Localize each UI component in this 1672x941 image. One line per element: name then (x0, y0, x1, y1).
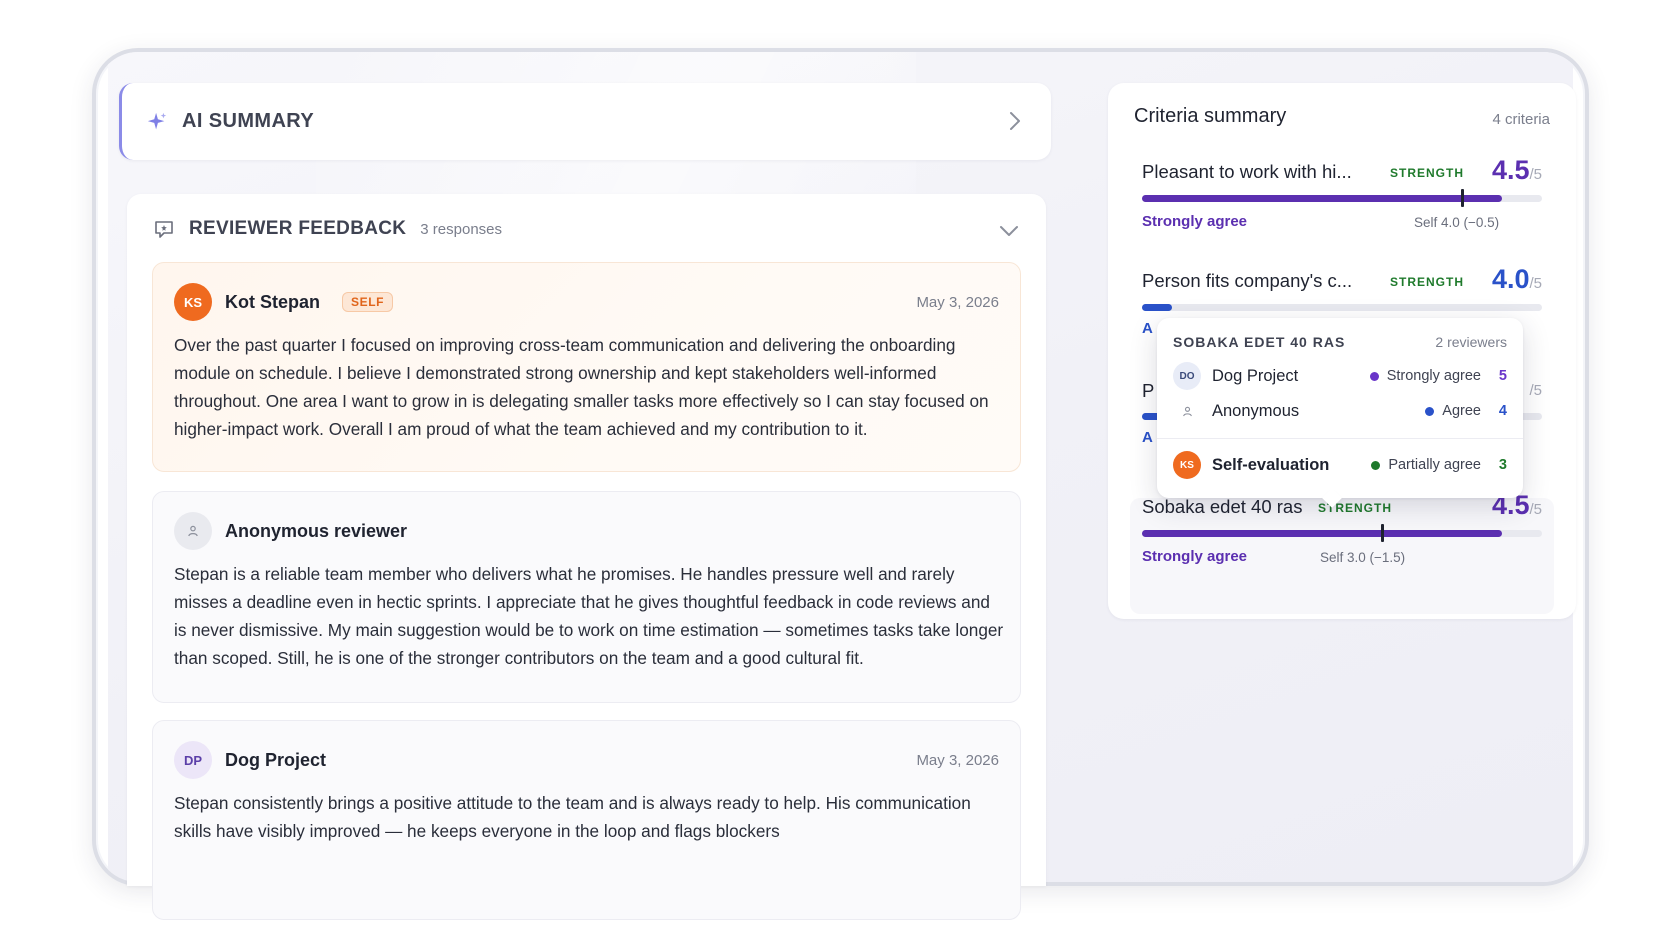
avatar: KS (174, 283, 212, 321)
self-score-label: Self 3.0 (−1.5) (1320, 550, 1406, 565)
popover-title: SOBAKA EDET 40 RAS (1173, 334, 1346, 350)
criteria-score: 4.0/5 (1491, 264, 1542, 294)
criteria-name: Sobaka edet 40 ras (1142, 496, 1303, 517)
person-icon (188, 525, 198, 537)
rating-dot (1371, 460, 1381, 470)
score-bar-fill (1142, 304, 1172, 311)
review-date: May 3, 2026 (916, 294, 999, 311)
agreement-label: A (1142, 429, 1153, 446)
responses-count: 3 responses (420, 220, 503, 238)
criteria-score: 4.5/5 (1491, 155, 1542, 185)
feedback-message-icon (155, 221, 173, 238)
rating-value: 5 (1498, 368, 1507, 384)
reviewer-name: Anonymous (1212, 401, 1300, 420)
reviewer-name: Kot Stepan (225, 291, 321, 312)
reviewer-name: Dog Project (1212, 366, 1299, 385)
person-icon (1182, 406, 1192, 416)
avatar (1173, 397, 1201, 425)
agreement-label: Strongly agree (1142, 548, 1248, 565)
avatar: KS (1173, 451, 1201, 479)
review-text: Over the past quarter I focused on impro… (174, 335, 989, 439)
reviewer-name: Anonymous reviewer (225, 520, 408, 541)
ai-summary-card[interactable]: AI SUMMARY (119, 83, 1051, 160)
agreement-label: A (1142, 320, 1153, 337)
rating-label: Partially agree (1388, 457, 1481, 473)
score-bar-fill (1142, 195, 1502, 202)
avatar: DP (174, 741, 212, 779)
popover-divider (1157, 438, 1523, 439)
review-card-self: KS Kot Stepan SELF May 3, 2026 Over the … (152, 262, 1021, 472)
score-bar (1142, 189, 1542, 207)
criteria-name: Person fits company's c... (1142, 270, 1353, 291)
strength-tag: STRENGTH (1390, 275, 1464, 289)
reviewer-feedback-card: REVIEWER FEEDBACK 3 responses KS Kot Ste… (127, 194, 1046, 920)
self-badge: SELF (342, 292, 394, 312)
review-date: May 3, 2026 (916, 752, 999, 769)
avatar (174, 512, 212, 550)
strength-tag: STRENGTH (1390, 166, 1464, 180)
reviewer-feedback-title: REVIEWER FEEDBACK (189, 218, 407, 239)
popover-reviewer-count: 2 reviewers (1435, 334, 1507, 350)
self-score-label: Self 4.0 (−0.5) (1414, 215, 1500, 230)
rating-label: Agree (1442, 403, 1481, 419)
popover-row: DO Dog Project Strongly agree 5 (1173, 361, 1507, 391)
rating-value: 4 (1498, 403, 1507, 419)
rating-dot (1369, 371, 1379, 381)
popover-row: Anonymous Agree 4 (1173, 396, 1507, 426)
ai-summary-title: AI SUMMARY (182, 110, 315, 132)
avatar: DO (1173, 362, 1201, 390)
review-text: Stepan consistently brings a positive at… (174, 793, 971, 841)
criteria-name: Pleasant to work with hi... (1142, 161, 1352, 182)
review-text: Stepan is a reliable team member who del… (174, 564, 1004, 668)
criteria-name: P (1142, 380, 1155, 401)
rating-dot (1425, 406, 1435, 416)
chevron-down-icon[interactable] (998, 222, 1020, 240)
criteria-item[interactable]: Pleasant to work with hi... STRENGTH 4.5… (1134, 155, 1554, 231)
rating-value: 3 (1498, 457, 1507, 473)
score-bar-fill (1142, 530, 1502, 537)
sparkle-icon (147, 112, 167, 129)
reviewer-name: Dog Project (225, 749, 327, 770)
reviewer-name: Self-evaluation (1212, 455, 1330, 474)
review-card-anonymous: Anonymous reviewer Stepan is a reliable … (152, 491, 1021, 703)
criteria-summary-title: Criteria summary (1134, 105, 1287, 127)
popover-row: KS Self-evaluation Partially agree 3 (1173, 450, 1507, 480)
criteria-item[interactable]: Sobaka edet 40 ras STRENGTH 4.5/5 Strong… (1134, 490, 1554, 566)
criteria-count: 4 criteria (1492, 111, 1550, 128)
criteria-reviewers-popover: SOBAKA EDET 40 RAS 2 reviewers DO Dog Pr… (1157, 318, 1523, 508)
self-score-marker (1381, 524, 1384, 542)
agreement-label: Strongly agree (1142, 213, 1248, 230)
score-bar (1142, 304, 1542, 311)
criteria-score-denominator: /5 (1529, 382, 1542, 399)
score-bar (1142, 524, 1542, 542)
chevron-right-icon[interactable] (1005, 110, 1025, 132)
self-score-marker (1461, 189, 1464, 207)
rating-label: Strongly agree (1386, 368, 1481, 384)
review-card-dog-project: DP Dog Project May 3, 2026 Stepan consis… (152, 720, 1021, 920)
reviewer-feedback-header[interactable]: REVIEWER FEEDBACK 3 responses (153, 218, 502, 240)
